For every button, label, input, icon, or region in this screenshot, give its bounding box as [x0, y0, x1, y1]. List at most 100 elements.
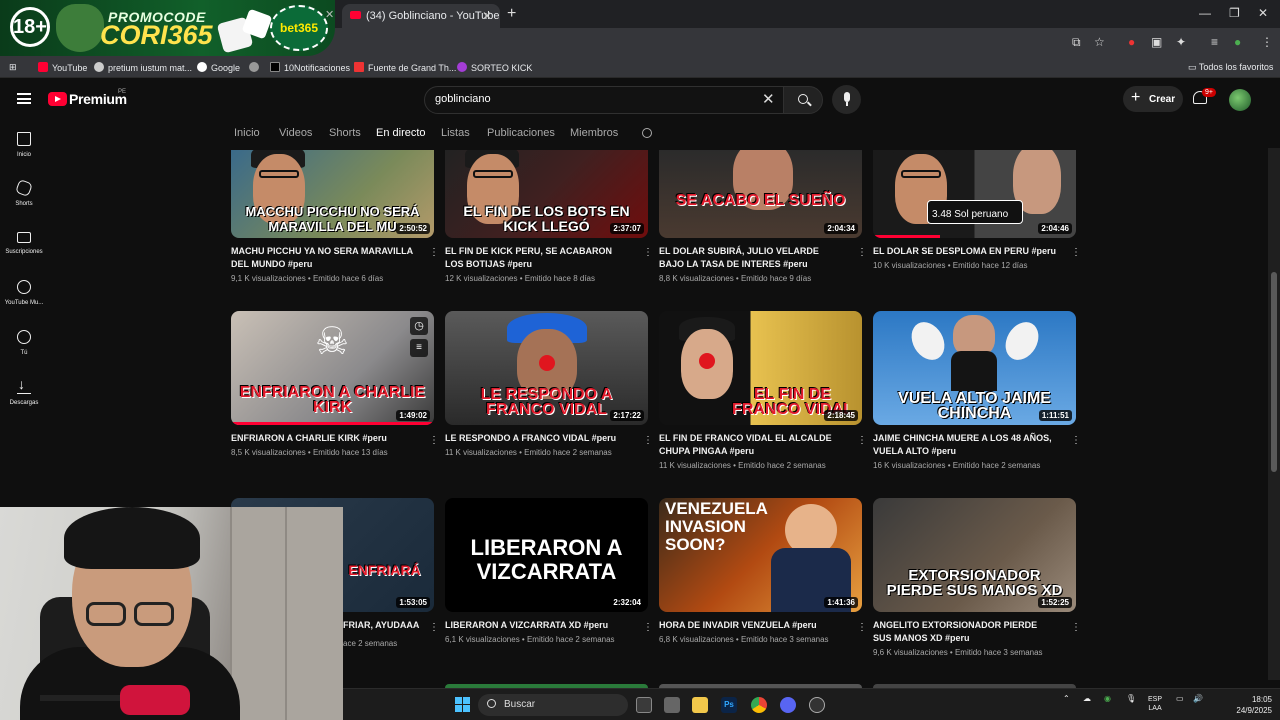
- video-card[interactable]: VUELA ALTO JAIME CHINCHA 1:11:51 JAIME C…: [873, 311, 1081, 470]
- browser-tab-active[interactable]: (34) Goblinciano - YouTube ✕: [342, 4, 500, 28]
- more-options-icon[interactable]: ⋮: [429, 248, 439, 258]
- menu-kebab-icon[interactable]: ⋮: [1261, 35, 1273, 49]
- windows-start-icon[interactable]: [455, 697, 470, 712]
- extension-icon[interactable]: ●: [1128, 35, 1135, 49]
- create-button[interactable]: + Crear: [1123, 86, 1183, 112]
- video-card[interactable]: EXTORSIONADOR PIERDE SUS MANOS XD 1:52:2…: [873, 498, 1081, 657]
- network-icon[interactable]: ▭: [1176, 694, 1184, 703]
- more-options-icon[interactable]: ⋮: [429, 436, 439, 446]
- video-card[interactable]: SE ACABO EL SUEÑO 2:04:34 EL DOLAR SUBIR…: [659, 150, 867, 283]
- more-options-icon[interactable]: ⋮: [1071, 623, 1081, 633]
- watch-later-icon[interactable]: ◷: [410, 317, 428, 335]
- apps-grid-icon[interactable]: ⊞: [9, 62, 17, 73]
- more-options-icon[interactable]: ⋮: [857, 623, 867, 633]
- account-avatar[interactable]: [1229, 89, 1251, 111]
- onedrive-icon[interactable]: ☁: [1083, 694, 1091, 703]
- add-to-queue-icon[interactable]: ≡: [410, 339, 428, 357]
- tab-inicio[interactable]: Inicio: [234, 127, 260, 139]
- sidebar-item-descargas[interactable]: Descargas: [0, 376, 48, 406]
- video-thumbnail[interactable]: LE RESPONDO A FRANCO VIDAL 2:17:22: [445, 311, 648, 425]
- minimize-window-button[interactable]: —: [1199, 6, 1211, 20]
- all-bookmarks-folder[interactable]: ▭ Todos los favoritos: [1188, 62, 1273, 73]
- app-icon[interactable]: [664, 697, 680, 713]
- close-icon[interactable]: ✕: [325, 8, 334, 21]
- bookmark-google[interactable]: Google: [197, 62, 240, 73]
- sidebar-item-shorts[interactable]: Shorts: [0, 179, 48, 207]
- chrome-icon[interactable]: [751, 697, 767, 713]
- obs-icon[interactable]: [809, 697, 825, 713]
- video-thumbnail[interactable]: 3.48 Sol peruano 2:04:46: [873, 150, 1076, 238]
- profile-avatar-icon[interactable]: ●: [1234, 35, 1241, 49]
- video-card[interactable]: LE RESPONDO A FRANCO VIDAL 2:17:22 LE RE…: [445, 311, 653, 457]
- video-title[interactable]: ANGELITO EXTORSIONADOR PIERDE SUS MANOS …: [873, 619, 1058, 645]
- language-indicator[interactable]: ESP LAA: [1148, 695, 1162, 713]
- video-title[interactable]: LE RESPONDO A FRANCO VIDAL #peru: [445, 432, 630, 445]
- bookmark-sorteo-kick[interactable]: SORTEO KICK: [457, 62, 532, 73]
- taskbar-search[interactable]: Buscar: [478, 694, 628, 716]
- discord-icon[interactable]: [780, 697, 796, 713]
- video-title[interactable]: EL DOLAR SUBIRÁ, JULIO VELARDE BAJO LA T…: [659, 245, 844, 271]
- tray-chevron-icon[interactable]: ⌃: [1063, 694, 1070, 703]
- bookmark-youtube[interactable]: YouTube: [38, 62, 87, 73]
- video-thumbnail[interactable]: EL FIN DE LOS BOTS EN KICK LLEGÓ 2:37:07: [445, 150, 648, 238]
- cast-icon[interactable]: ⧉: [1072, 35, 1081, 50]
- close-tab-icon[interactable]: ✕: [482, 9, 492, 23]
- extension-icon[interactable]: ▣: [1151, 35, 1162, 49]
- video-card[interactable]: EL FIN DE LOS BOTS EN KICK LLEGÓ 2:37:07…: [445, 150, 653, 283]
- volume-icon[interactable]: 🔊: [1193, 694, 1203, 703]
- video-card[interactable]: MACCHU PICCHU NO SERÁ MARAVILLA DEL MU 2…: [231, 150, 439, 283]
- search-input[interactable]: goblinciano: [424, 86, 784, 114]
- voice-search-mic-icon[interactable]: [832, 85, 861, 114]
- tab-videos[interactable]: Videos: [279, 127, 312, 139]
- video-title[interactable]: FRIAR, AYUDAAA: [343, 619, 435, 632]
- bookmark-fuente[interactable]: Fuente de Grand Th...: [354, 62, 456, 73]
- new-tab-button[interactable]: +: [507, 5, 516, 23]
- clear-search-icon[interactable]: ✕: [762, 90, 775, 108]
- video-title[interactable]: EL DOLAR SE DESPLOMA EN PERU #peru: [873, 245, 1058, 258]
- sidebar-item-youtube-music[interactable]: YouTube Mu...: [0, 280, 48, 306]
- more-options-icon[interactable]: ⋮: [643, 248, 653, 258]
- photoshop-icon[interactable]: Ps: [721, 697, 737, 713]
- more-options-icon[interactable]: ⋮: [643, 436, 653, 446]
- scrollbar-thumb[interactable]: [1271, 272, 1277, 472]
- more-options-icon[interactable]: ⋮: [857, 436, 867, 446]
- more-options-icon[interactable]: ⋮: [643, 623, 653, 633]
- sidebar-item-tu[interactable]: Tú: [0, 330, 48, 356]
- bookmark-x[interactable]: 10Notificaciones: [270, 62, 350, 73]
- video-title[interactable]: ENFRIARON A CHARLIE KIRK #peru: [231, 432, 416, 445]
- tab-listas[interactable]: Listas: [441, 127, 470, 139]
- restore-window-button[interactable]: ❐: [1229, 6, 1240, 20]
- channel-search-icon[interactable]: [642, 128, 652, 138]
- promo-banner[interactable]: 18+ PROMOCODE CORI365 bet365: [0, 0, 335, 56]
- bookmark-pretium[interactable]: pretium iustum mat...: [94, 62, 192, 73]
- taskbar-clock[interactable]: 18:05 24/9/2025: [1228, 694, 1272, 716]
- media-controls-icon[interactable]: ≡: [1211, 35, 1218, 49]
- hamburger-menu-icon[interactable]: [17, 93, 31, 104]
- search-button[interactable]: [783, 86, 823, 114]
- video-thumbnail[interactable]: EXTORSIONADOR PIERDE SUS MANOS XD 1:52:2…: [873, 498, 1076, 612]
- video-title[interactable]: EL FIN DE KICK PERU, SE ACABARON LOS BOT…: [445, 245, 630, 271]
- video-thumbnail[interactable]: ☠ ENFRIARON A CHARLIE KIRK ◷ ≡ 1:49:02: [231, 311, 434, 425]
- file-explorer-icon[interactable]: [692, 697, 708, 713]
- video-thumbnail[interactable]: VENEZUELA INVASION SOON? 1:41:36: [659, 498, 862, 612]
- tab-en-directo[interactable]: En directo: [376, 127, 426, 139]
- video-card[interactable]: ☠ ENFRIARON A CHARLIE KIRK ◷ ≡ 1:49:02 E…: [231, 311, 439, 457]
- tab-miembros[interactable]: Miembros: [570, 127, 618, 139]
- tab-publicaciones[interactable]: Publicaciones: [487, 127, 555, 139]
- sidebar-item-suscripciones[interactable]: Suscripciones: [0, 232, 48, 255]
- extensions-puzzle-icon[interactable]: ✦: [1176, 35, 1186, 49]
- video-card[interactable]: VENEZUELA INVASION SOON? 1:41:36 HORA DE…: [659, 498, 867, 644]
- video-thumbnail[interactable]: LIBERARON A VIZCARRATA 2:32:04: [445, 498, 648, 612]
- sidebar-item-inicio[interactable]: Inicio: [0, 132, 48, 158]
- video-thumbnail[interactable]: VUELA ALTO JAIME CHINCHA 1:11:51: [873, 311, 1076, 425]
- video-card[interactable]: 3.48 Sol peruano 2:04:46 EL DOLAR SE DES…: [873, 150, 1081, 270]
- more-options-icon[interactable]: ⋮: [857, 248, 867, 258]
- video-title[interactable]: JAIME CHINCHA MUERE A LOS 48 AÑOS, VUELA…: [873, 432, 1058, 458]
- tray-app-icon[interactable]: ◉: [1104, 694, 1111, 703]
- microphone-icon[interactable]: 🎙: [1126, 694, 1136, 703]
- video-title[interactable]: LIBERARON A VIZCARRATA XD #peru: [445, 619, 630, 632]
- video-card[interactable]: LIBERARON A VIZCARRATA 2:32:04 LIBERARON…: [445, 498, 653, 644]
- close-window-button[interactable]: ✕: [1258, 6, 1268, 20]
- more-options-icon[interactable]: ⋮: [1071, 248, 1081, 258]
- task-view-icon[interactable]: [636, 697, 652, 713]
